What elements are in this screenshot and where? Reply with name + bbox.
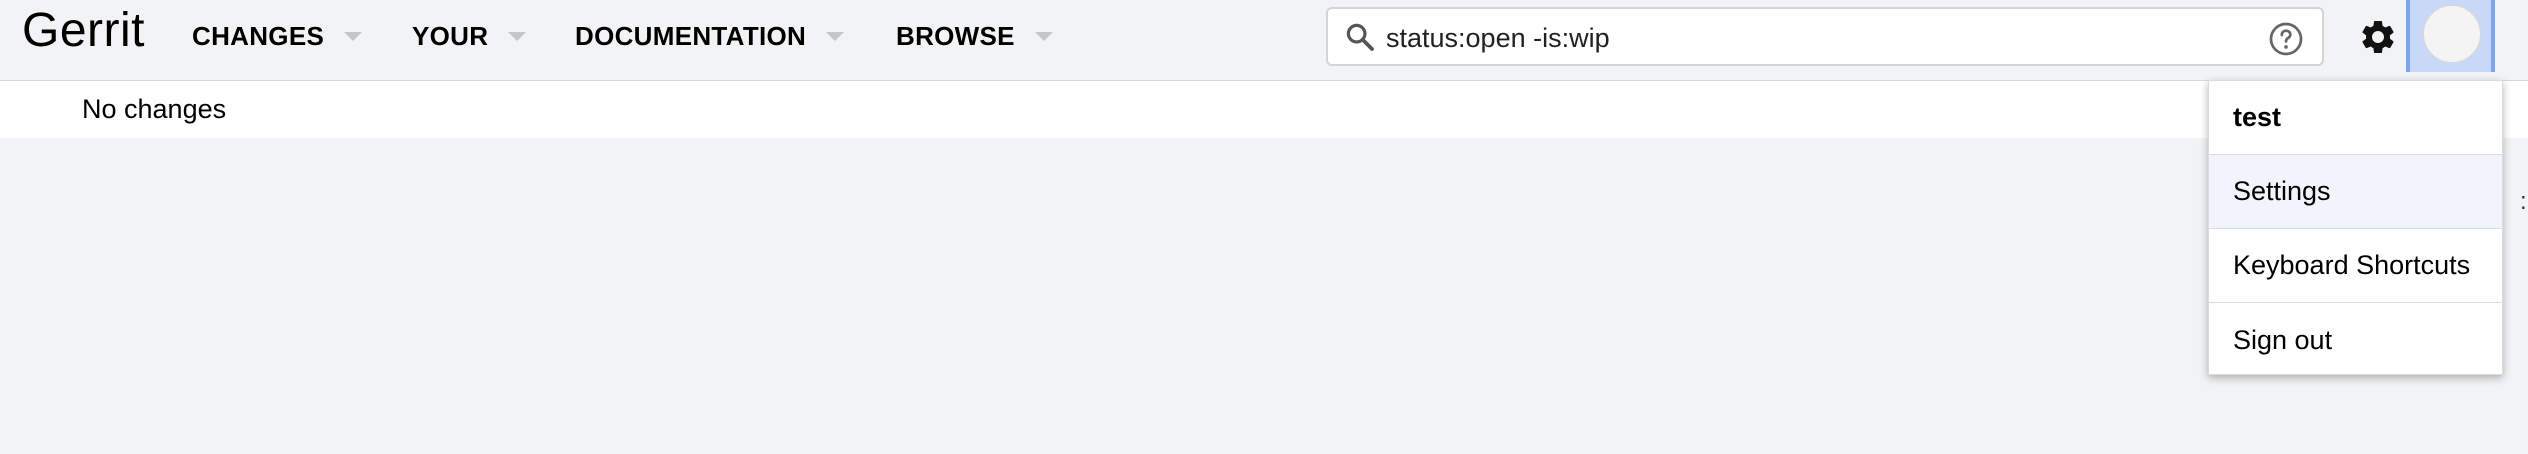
gear-icon[interactable]	[2358, 17, 2398, 57]
empty-state-message: No changes	[82, 94, 227, 124]
chevron-down-icon	[344, 31, 363, 41]
account-user-name: test	[2209, 81, 2502, 155]
search-icon	[1346, 23, 1374, 51]
avatar	[2423, 5, 2481, 63]
nav-menu-browse[interactable]: BROWSE	[896, 18, 1053, 54]
chevron-down-icon	[1034, 31, 1053, 41]
chevron-down-icon	[508, 31, 527, 41]
menu-item-settings[interactable]: Settings	[2209, 155, 2502, 229]
nav-menu-changes[interactable]: CHANGES	[192, 18, 363, 54]
chevron-down-icon	[826, 31, 845, 41]
search-box	[1326, 7, 2324, 66]
account-button[interactable]	[2406, 0, 2495, 72]
nav-menu-your[interactable]: YOUR	[412, 18, 527, 54]
scrollbar-edge-marker: :	[2520, 188, 2527, 215]
top-header: Gerrit CHANGES YOUR DOCUMENTATION BROWSE	[0, 0, 2528, 81]
help-icon[interactable]	[2268, 21, 2304, 57]
account-dropdown-menu: test Settings Keyboard Shortcuts Sign ou…	[2208, 80, 2503, 375]
nav-label-browse: BROWSE	[896, 20, 1015, 51]
nav-label-changes: CHANGES	[192, 20, 325, 51]
nav-label-documentation: DOCUMENTATION	[575, 20, 807, 51]
nav-label-your: YOUR	[412, 20, 489, 51]
menu-item-sign-out[interactable]: Sign out	[2209, 303, 2502, 377]
search-input[interactable]	[1384, 19, 2244, 57]
app-title[interactable]: Gerrit	[22, 3, 145, 59]
menu-item-keyboard-shortcuts[interactable]: Keyboard Shortcuts	[2209, 229, 2502, 303]
changes-list: No changes	[0, 81, 2528, 138]
nav-menu-documentation[interactable]: DOCUMENTATION	[575, 18, 845, 54]
